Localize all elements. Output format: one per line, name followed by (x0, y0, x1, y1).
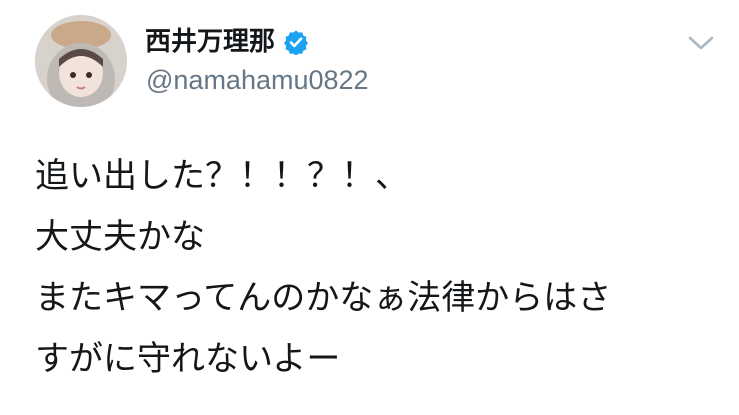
tweet-text-line: すがに守れないよー (35, 339, 341, 379)
tweet-text-line: 大丈夫かな (35, 217, 205, 257)
avatar[interactable] (35, 15, 127, 107)
chevron-down-icon[interactable] (684, 28, 718, 58)
avatar-photo (35, 15, 127, 107)
display-name[interactable]: 西井万理那 (145, 24, 275, 60)
tweet-card: 西井万理那 @namahamu0822 追い出した？！！？！、 大丈夫かな また… (0, 0, 739, 415)
tweet-text-line: またキマってんのかなぁ法律からはさ (35, 278, 612, 318)
author-name-row: 西井万理那 (145, 24, 309, 60)
tweet-text: 追い出した？！！？！、 大丈夫かな またキマってんのかなぁ法律からはさ すがに守… (35, 146, 725, 390)
user-handle[interactable]: @namahamu0822 (146, 64, 369, 96)
tweet-text-line: 追い出した？！！？！、 (35, 156, 409, 196)
verified-badge-icon (283, 29, 309, 55)
